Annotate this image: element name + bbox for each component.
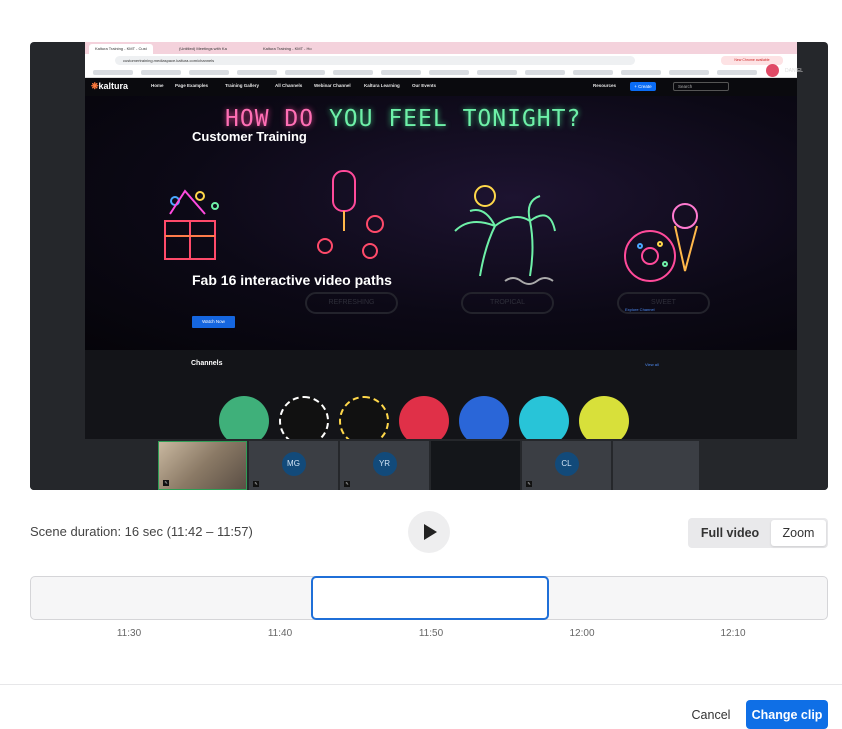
participant-tile: MG ✎	[249, 441, 338, 490]
site-create-button: + Create	[630, 82, 656, 91]
play-button[interactable]	[408, 511, 450, 553]
mic-icon: ✎	[163, 480, 169, 486]
avatar: YR	[372, 452, 397, 476]
site-nav-item: Training Gallery	[225, 83, 260, 88]
site-search-box: Search	[673, 82, 729, 91]
bookmark	[333, 70, 373, 75]
channel-thumbnail	[579, 396, 629, 439]
participant-strip: ✎ MG ✎ YR ✎ CL ✎	[30, 439, 828, 490]
carousel-indicators	[347, 343, 499, 350]
participant-tile: YR ✎	[340, 441, 429, 490]
bookmark	[429, 70, 469, 75]
bookmark	[525, 70, 565, 75]
neon-palm-trees-icon	[454, 185, 556, 285]
browser-tab: Kaltura Training - KMT - Cust	[89, 44, 153, 54]
category-button: REFRESHING	[305, 292, 398, 314]
bookmark	[477, 70, 517, 75]
hero-subtitle: Fab 16 interactive video paths	[192, 272, 392, 288]
neon-donut-icon	[624, 203, 698, 282]
bookmark	[381, 70, 421, 75]
browser-tab: (Untitled) Meetings with Ka	[173, 44, 233, 54]
clip-timeline[interactable]	[30, 576, 828, 620]
profile-avatar	[766, 64, 779, 77]
category-button: TROPICAL	[461, 292, 554, 314]
bookmark	[141, 70, 181, 75]
timeline-tick-label: 12:00	[569, 628, 595, 639]
hero-banner: HOW DO YOU FEEL TONIGHT? Customer Traini…	[85, 96, 797, 350]
timeline-tick-label: 11:40	[267, 628, 293, 639]
timeline-tick-label: 11:50	[418, 628, 444, 639]
site-nav-item: Our Events	[412, 83, 437, 88]
mic-icon: ✎	[344, 481, 350, 487]
browser-tab-bar: Kaltura Training - KMT - Cust (Untitled)…	[85, 42, 797, 54]
channel-thumbnail	[459, 396, 509, 439]
bookmark	[717, 70, 757, 75]
avatar: CL	[554, 452, 579, 476]
channel-thumbnail	[339, 396, 389, 439]
bookmark	[189, 70, 229, 75]
kaltura-logo: ❋kaltura	[91, 81, 129, 91]
bookmark	[573, 70, 613, 75]
mic-icon: ✎	[253, 481, 259, 487]
site-nav-item: Kaltura Learning	[364, 83, 400, 88]
channels-view-all: View all	[645, 362, 659, 367]
participant-tile	[431, 441, 520, 490]
site-nav-item: Page Examples	[175, 83, 209, 88]
mic-icon: ✎	[526, 481, 532, 487]
site-navigation: ❋kaltura Home Page Examples Training Gal…	[85, 78, 797, 96]
recorded-browser-window: Kaltura Training - KMT - Cust (Untitled)…	[85, 42, 797, 439]
site-nav-item: Home	[151, 83, 164, 88]
bookmark	[669, 70, 709, 75]
browser-tab: Kaltura Training - KMT - Ho	[257, 44, 318, 54]
video-preview: Kaltura Training - KMT - Cust (Untitled)…	[30, 42, 828, 490]
watch-now-button: Watch Now	[192, 316, 235, 328]
browser-url: customertraining.mediaspace.kaltura.com/…	[115, 56, 635, 65]
bookmark	[93, 70, 133, 75]
channel-thumbnail	[519, 396, 569, 439]
participant-tile	[613, 441, 699, 490]
channels-title: Channels	[191, 360, 223, 367]
bookmark	[285, 70, 325, 75]
bookmark	[237, 70, 277, 75]
channel-thumbnail	[399, 396, 449, 439]
participant-camera-tile: ✎	[158, 441, 247, 490]
browser-address-bar: customertraining.mediaspace.kaltura.com/…	[85, 54, 797, 67]
site-nav-item: All Channels	[275, 83, 303, 88]
profile-name: DANIEL	[785, 68, 804, 74]
footer-divider	[0, 684, 842, 685]
channel-thumbnail	[279, 396, 329, 439]
timeline-tick-label: 11:30	[116, 628, 142, 639]
scene-duration: Scene duration: 16 sec (11:42 – 11:57)	[30, 524, 253, 539]
browser-bookmarks-bar	[85, 67, 797, 78]
timeline-tick-label: 12:10	[720, 628, 746, 639]
play-icon	[424, 524, 437, 540]
neon-gift-icon	[164, 189, 219, 260]
explore-link: Explore Channel	[625, 307, 655, 312]
bookmark	[621, 70, 661, 75]
cancel-button[interactable]: Cancel	[684, 702, 738, 728]
full-video-toggle[interactable]: Full video	[690, 520, 770, 546]
channel-thumbnail	[219, 396, 269, 439]
channels-section: Channels View all	[85, 350, 797, 439]
change-clip-button[interactable]: Change clip	[746, 700, 828, 729]
view-toggle: Full video Zoom	[688, 518, 828, 548]
site-nav-item: Webinar Channel	[314, 83, 351, 88]
participant-tile: CL ✎	[522, 441, 611, 490]
neon-popsicle-icon	[317, 170, 384, 259]
zoom-toggle[interactable]: Zoom	[771, 520, 826, 546]
avatar: MG	[281, 452, 306, 476]
clip-selection-handle[interactable]	[311, 576, 549, 620]
site-nav-resources: Resources	[593, 83, 617, 88]
